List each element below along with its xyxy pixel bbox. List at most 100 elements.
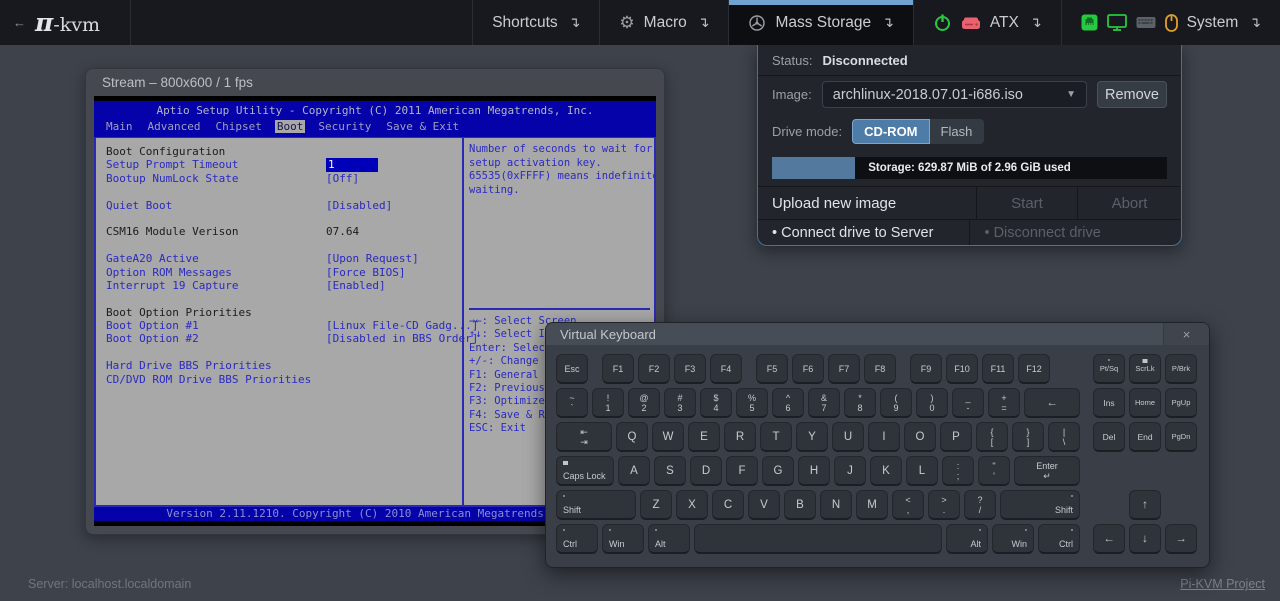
key-k[interactable]: K bbox=[870, 456, 902, 486]
key-s[interactable]: S bbox=[654, 456, 686, 486]
key-bracket-left[interactable]: {[ bbox=[976, 422, 1008, 452]
key-2[interactable]: @2 bbox=[628, 388, 660, 418]
key-b[interactable]: B bbox=[784, 490, 816, 520]
logo[interactable]: ← π -kvm bbox=[0, 0, 131, 45]
key-h[interactable]: H bbox=[798, 456, 830, 486]
key-caps-lock[interactable]: Caps Lock bbox=[556, 456, 614, 486]
key-5[interactable]: %5 bbox=[736, 388, 768, 418]
key-f12[interactable]: F12 bbox=[1018, 354, 1050, 384]
key-win-left[interactable]: Win bbox=[602, 524, 644, 554]
back-arrow-icon[interactable]: ← bbox=[13, 15, 26, 30]
key-c[interactable]: C bbox=[712, 490, 744, 520]
key-j[interactable]: J bbox=[834, 456, 866, 486]
key-f2[interactable]: F2 bbox=[638, 354, 670, 384]
abort-button[interactable]: Abort bbox=[1077, 187, 1181, 219]
key-end[interactable]: End bbox=[1129, 422, 1161, 452]
key-t[interactable]: T bbox=[760, 422, 792, 452]
key-d[interactable]: D bbox=[690, 456, 722, 486]
key-3[interactable]: #3 bbox=[664, 388, 696, 418]
key-a[interactable]: A bbox=[618, 456, 650, 486]
nav-item-system[interactable]: System ↴ bbox=[1061, 0, 1280, 45]
key-9[interactable]: (9 bbox=[880, 388, 912, 418]
key-backquote[interactable]: ~` bbox=[556, 388, 588, 418]
key-comma[interactable]: <, bbox=[892, 490, 924, 520]
upload-new-image-button[interactable]: Upload new image bbox=[758, 187, 976, 219]
key-backspace[interactable]: ← bbox=[1024, 388, 1080, 418]
connect-drive-button[interactable]: • Connect drive to Server bbox=[758, 220, 969, 245]
key-semicolon[interactable]: :; bbox=[942, 456, 974, 486]
key-f11[interactable]: F11 bbox=[982, 354, 1014, 384]
key-o[interactable]: O bbox=[904, 422, 936, 452]
key-0[interactable]: )0 bbox=[916, 388, 948, 418]
key-g[interactable]: G bbox=[762, 456, 794, 486]
key-f8[interactable]: F8 bbox=[864, 354, 896, 384]
key-home[interactable]: Home bbox=[1129, 388, 1161, 418]
nav-item-macro[interactable]: ⚙ Macro ↴ bbox=[599, 0, 728, 45]
key-v[interactable]: V bbox=[748, 490, 780, 520]
key-4[interactable]: $4 bbox=[700, 388, 732, 418]
key-equal[interactable]: += bbox=[988, 388, 1020, 418]
key-shift-right[interactable]: Shift bbox=[1000, 490, 1080, 520]
key-tab[interactable]: ⇤⇥ bbox=[556, 422, 612, 452]
key-6[interactable]: ^6 bbox=[772, 388, 804, 418]
key-p[interactable]: P bbox=[940, 422, 972, 452]
key-alt-right[interactable]: Alt bbox=[946, 524, 988, 554]
key-shift-left[interactable]: Shift bbox=[556, 490, 636, 520]
key-7[interactable]: &7 bbox=[808, 388, 840, 418]
key-f9[interactable]: F9 bbox=[910, 354, 942, 384]
key-backslash[interactable]: |\ bbox=[1048, 422, 1080, 452]
nav-item-shortcuts[interactable]: Shortcuts ↴ bbox=[472, 0, 599, 45]
nav-item-mass-storage[interactable]: Mass Storage ↴ bbox=[728, 0, 912, 45]
key-i[interactable]: I bbox=[868, 422, 900, 452]
virtual-keyboard-titlebar[interactable]: Virtual Keyboard × bbox=[546, 323, 1209, 345]
key-w[interactable]: W bbox=[652, 422, 684, 452]
key-f1[interactable]: F1 bbox=[602, 354, 634, 384]
key-u[interactable]: U bbox=[832, 422, 864, 452]
nav-item-atx[interactable]: ATX ↴ bbox=[913, 0, 1061, 45]
key-pause-break[interactable]: P/Brk bbox=[1165, 354, 1197, 384]
key-page-down[interactable]: PgDn bbox=[1165, 422, 1197, 452]
key-l[interactable]: L bbox=[906, 456, 938, 486]
key-f[interactable]: F bbox=[726, 456, 758, 486]
key-f3[interactable]: F3 bbox=[674, 354, 706, 384]
key-arrow-right[interactable]: → bbox=[1165, 524, 1197, 554]
key-y[interactable]: Y bbox=[796, 422, 828, 452]
key-page-up[interactable]: PgUp bbox=[1165, 388, 1197, 418]
key-f10[interactable]: F10 bbox=[946, 354, 978, 384]
image-select[interactable]: archlinux-2018.07.01-i686.iso ▼ bbox=[822, 81, 1087, 108]
key-q[interactable]: Q bbox=[616, 422, 648, 452]
mode-flash-button[interactable]: Flash bbox=[930, 119, 985, 144]
start-button[interactable]: Start bbox=[976, 187, 1077, 219]
key-n[interactable]: N bbox=[820, 490, 852, 520]
key-f4[interactable]: F4 bbox=[710, 354, 742, 384]
key-arrow-down[interactable]: ↓ bbox=[1129, 524, 1161, 554]
key-delete[interactable]: Del bbox=[1093, 422, 1125, 452]
key-r[interactable]: R bbox=[724, 422, 756, 452]
key-ctrl-left[interactable]: Ctrl bbox=[556, 524, 598, 554]
key-alt-left[interactable]: Alt bbox=[648, 524, 690, 554]
key-win-right[interactable]: Win bbox=[992, 524, 1034, 554]
key-e[interactable]: E bbox=[688, 422, 720, 452]
disconnect-drive-button[interactable]: • Disconnect drive bbox=[969, 220, 1181, 245]
key-m[interactable]: M bbox=[856, 490, 888, 520]
key-slash[interactable]: ?/ bbox=[964, 490, 996, 520]
pikvm-project-link[interactable]: Pi-KVM Project bbox=[1180, 577, 1265, 591]
key-enter[interactable]: Enter↵ bbox=[1014, 456, 1080, 486]
key-f7[interactable]: F7 bbox=[828, 354, 860, 384]
key-arrow-up[interactable]: ↑ bbox=[1129, 490, 1161, 520]
key-8[interactable]: *8 bbox=[844, 388, 876, 418]
key-period[interactable]: >. bbox=[928, 490, 960, 520]
key-minus[interactable]: _- bbox=[952, 388, 984, 418]
key-f6[interactable]: F6 bbox=[792, 354, 824, 384]
key-esc[interactable]: Esc bbox=[556, 354, 588, 384]
key-f5[interactable]: F5 bbox=[756, 354, 788, 384]
key-insert[interactable]: Ins bbox=[1093, 388, 1125, 418]
key-quote[interactable]: "' bbox=[978, 456, 1010, 486]
key-x[interactable]: X bbox=[676, 490, 708, 520]
close-icon[interactable]: × bbox=[1163, 323, 1209, 345]
key-1[interactable]: !1 bbox=[592, 388, 624, 418]
key-z[interactable]: Z bbox=[640, 490, 672, 520]
mode-cdrom-button[interactable]: CD-ROM bbox=[852, 119, 929, 144]
key-bracket-right[interactable]: }] bbox=[1012, 422, 1044, 452]
key-arrow-left[interactable]: ← bbox=[1093, 524, 1125, 554]
